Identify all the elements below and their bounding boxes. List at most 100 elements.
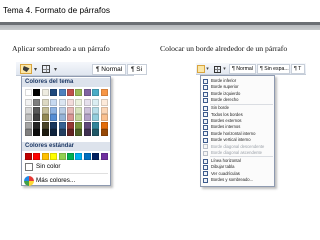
- no-color-option[interactable]: Sin color: [36, 163, 61, 170]
- theme-color-swatch[interactable]: [100, 121, 108, 129]
- theme-color-swatch[interactable]: [83, 89, 91, 96]
- theme-color-swatch[interactable]: [33, 106, 41, 114]
- borders-button[interactable]: [212, 65, 222, 73]
- theme-color-swatch[interactable]: [67, 121, 74, 129]
- theme-color-swatch[interactable]: [41, 114, 49, 122]
- theme-color-swatch[interactable]: [25, 89, 32, 96]
- standard-color-swatch[interactable]: [100, 153, 108, 160]
- theme-color-swatch[interactable]: [92, 106, 100, 114]
- borders-dropdown-arrow[interactable]: ▾: [222, 65, 227, 73]
- theme-color-swatch[interactable]: [33, 99, 41, 106]
- theme-color-swatch[interactable]: [100, 99, 108, 106]
- style-normal[interactable]: ¶ Normal: [229, 64, 256, 74]
- theme-color-swatch[interactable]: [33, 129, 41, 137]
- theme-color-swatch[interactable]: [50, 121, 58, 129]
- standard-color-swatch[interactable]: [75, 153, 83, 160]
- standard-color-swatch[interactable]: [58, 153, 66, 160]
- theme-color-swatch[interactable]: [50, 99, 58, 106]
- borders-button[interactable]: [40, 64, 52, 74]
- borders-grid-icon: [42, 65, 50, 73]
- theme-color-swatch[interactable]: [100, 89, 108, 96]
- borders-dropdown-arrow[interactable]: ▾: [52, 64, 59, 74]
- theme-color-swatch[interactable]: [58, 114, 66, 122]
- standard-color-swatch[interactable]: [83, 153, 91, 160]
- shading-button[interactable]: [197, 65, 205, 73]
- standard-color-swatch[interactable]: [33, 153, 41, 160]
- border-option-icon: [203, 164, 208, 170]
- theme-color-swatch[interactable]: [41, 106, 49, 114]
- border-option-icon: [203, 171, 208, 177]
- theme-color-swatch[interactable]: [75, 114, 83, 122]
- theme-color-swatch[interactable]: [58, 121, 66, 129]
- theme-color-swatch[interactable]: [33, 114, 41, 122]
- standard-color-swatch[interactable]: [67, 153, 74, 160]
- theme-color-swatch[interactable]: [50, 129, 58, 137]
- theme-color-swatch[interactable]: [41, 129, 49, 137]
- theme-color-swatch[interactable]: [41, 121, 49, 129]
- theme-color-swatch[interactable]: [50, 89, 58, 96]
- theme-color-swatch[interactable]: [83, 106, 91, 114]
- standard-color-swatch[interactable]: [50, 153, 58, 160]
- borders-grid-icon: [213, 65, 221, 73]
- more-colors-option[interactable]: Más colores...: [36, 177, 75, 184]
- theme-color-swatch[interactable]: [58, 99, 66, 106]
- theme-color-swatch[interactable]: [83, 114, 91, 122]
- border-option-icon: [203, 137, 208, 143]
- theme-color-swatch[interactable]: [75, 121, 83, 129]
- theme-color-swatch[interactable]: [67, 114, 74, 122]
- theme-color-swatch[interactable]: [25, 106, 32, 114]
- style-no-spacing[interactable]: ¶ Sin espa...: [257, 64, 290, 74]
- standard-color-swatch[interactable]: [92, 153, 100, 160]
- theme-color-swatch[interactable]: [83, 121, 91, 129]
- shading-dropdown-arrow[interactable]: ▾: [32, 64, 39, 74]
- theme-color-swatch[interactable]: [50, 106, 58, 114]
- theme-color-swatch[interactable]: [33, 89, 41, 96]
- theme-color-swatch[interactable]: [25, 114, 32, 122]
- theme-color-swatch[interactable]: [50, 114, 58, 122]
- border-option-icon: [203, 91, 208, 97]
- theme-color-swatch[interactable]: [100, 129, 108, 137]
- theme-color-swatch[interactable]: [92, 129, 100, 137]
- standard-color-swatch[interactable]: [41, 153, 49, 160]
- theme-color-swatch[interactable]: [25, 121, 32, 129]
- theme-color-swatch[interactable]: [58, 106, 66, 114]
- theme-color-swatch[interactable]: [92, 114, 100, 122]
- border-menu-item[interactable]: Bordes y sombreado...: [201, 177, 274, 183]
- theme-color-swatch[interactable]: [83, 99, 91, 106]
- no-color-swatch[interactable]: [25, 163, 33, 171]
- theme-color-swatch[interactable]: [25, 99, 32, 106]
- style-normal[interactable]: ¶ Normal: [92, 64, 126, 75]
- theme-color-swatch[interactable]: [25, 129, 32, 137]
- style-next[interactable]: ¶ Si: [127, 64, 147, 75]
- theme-color-swatch[interactable]: [100, 106, 108, 114]
- theme-color-swatch[interactable]: [83, 129, 91, 137]
- ribbon-toolbar: ▾ ▾ ¶ Normal ¶ Sin espa... ¶ T: [196, 63, 306, 75]
- theme-color-swatch[interactable]: [100, 114, 108, 122]
- theme-color-swatch[interactable]: [75, 89, 83, 96]
- border-menu-label: Bordes y sombreado...: [211, 177, 254, 182]
- theme-color-swatch[interactable]: [41, 89, 49, 96]
- shading-screenshot: ▾ ▾ ¶ Normal ¶ Si Colores del tema Color…: [16, 62, 147, 188]
- theme-color-swatch[interactable]: [75, 129, 83, 137]
- theme-color-swatch[interactable]: [75, 106, 83, 114]
- theme-color-swatch[interactable]: [58, 89, 66, 96]
- theme-color-swatch[interactable]: [67, 99, 74, 106]
- theme-color-swatch[interactable]: [92, 99, 100, 106]
- paint-bucket-icon: [22, 66, 30, 72]
- theme-color-swatch[interactable]: [75, 99, 83, 106]
- theme-color-swatch[interactable]: [67, 89, 74, 96]
- caption-shading: Aplicar sombreado a un párrafo: [12, 44, 110, 53]
- standard-color-swatch[interactable]: [25, 153, 32, 160]
- theme-color-swatch[interactable]: [33, 121, 41, 129]
- theme-color-swatch[interactable]: [67, 106, 74, 114]
- shading-dropdown-arrow[interactable]: ▾: [205, 65, 210, 73]
- style-other[interactable]: ¶ T: [291, 64, 305, 74]
- shading-button[interactable]: [20, 64, 32, 74]
- theme-color-swatch[interactable]: [67, 129, 74, 137]
- theme-color-swatch[interactable]: [92, 121, 100, 129]
- theme-color-swatch[interactable]: [92, 89, 100, 96]
- theme-color-swatch[interactable]: [41, 99, 49, 106]
- border-option-icon: [203, 85, 208, 91]
- theme-color-swatch[interactable]: [58, 129, 66, 137]
- theme-colors-header: Colores del tema: [22, 78, 110, 87]
